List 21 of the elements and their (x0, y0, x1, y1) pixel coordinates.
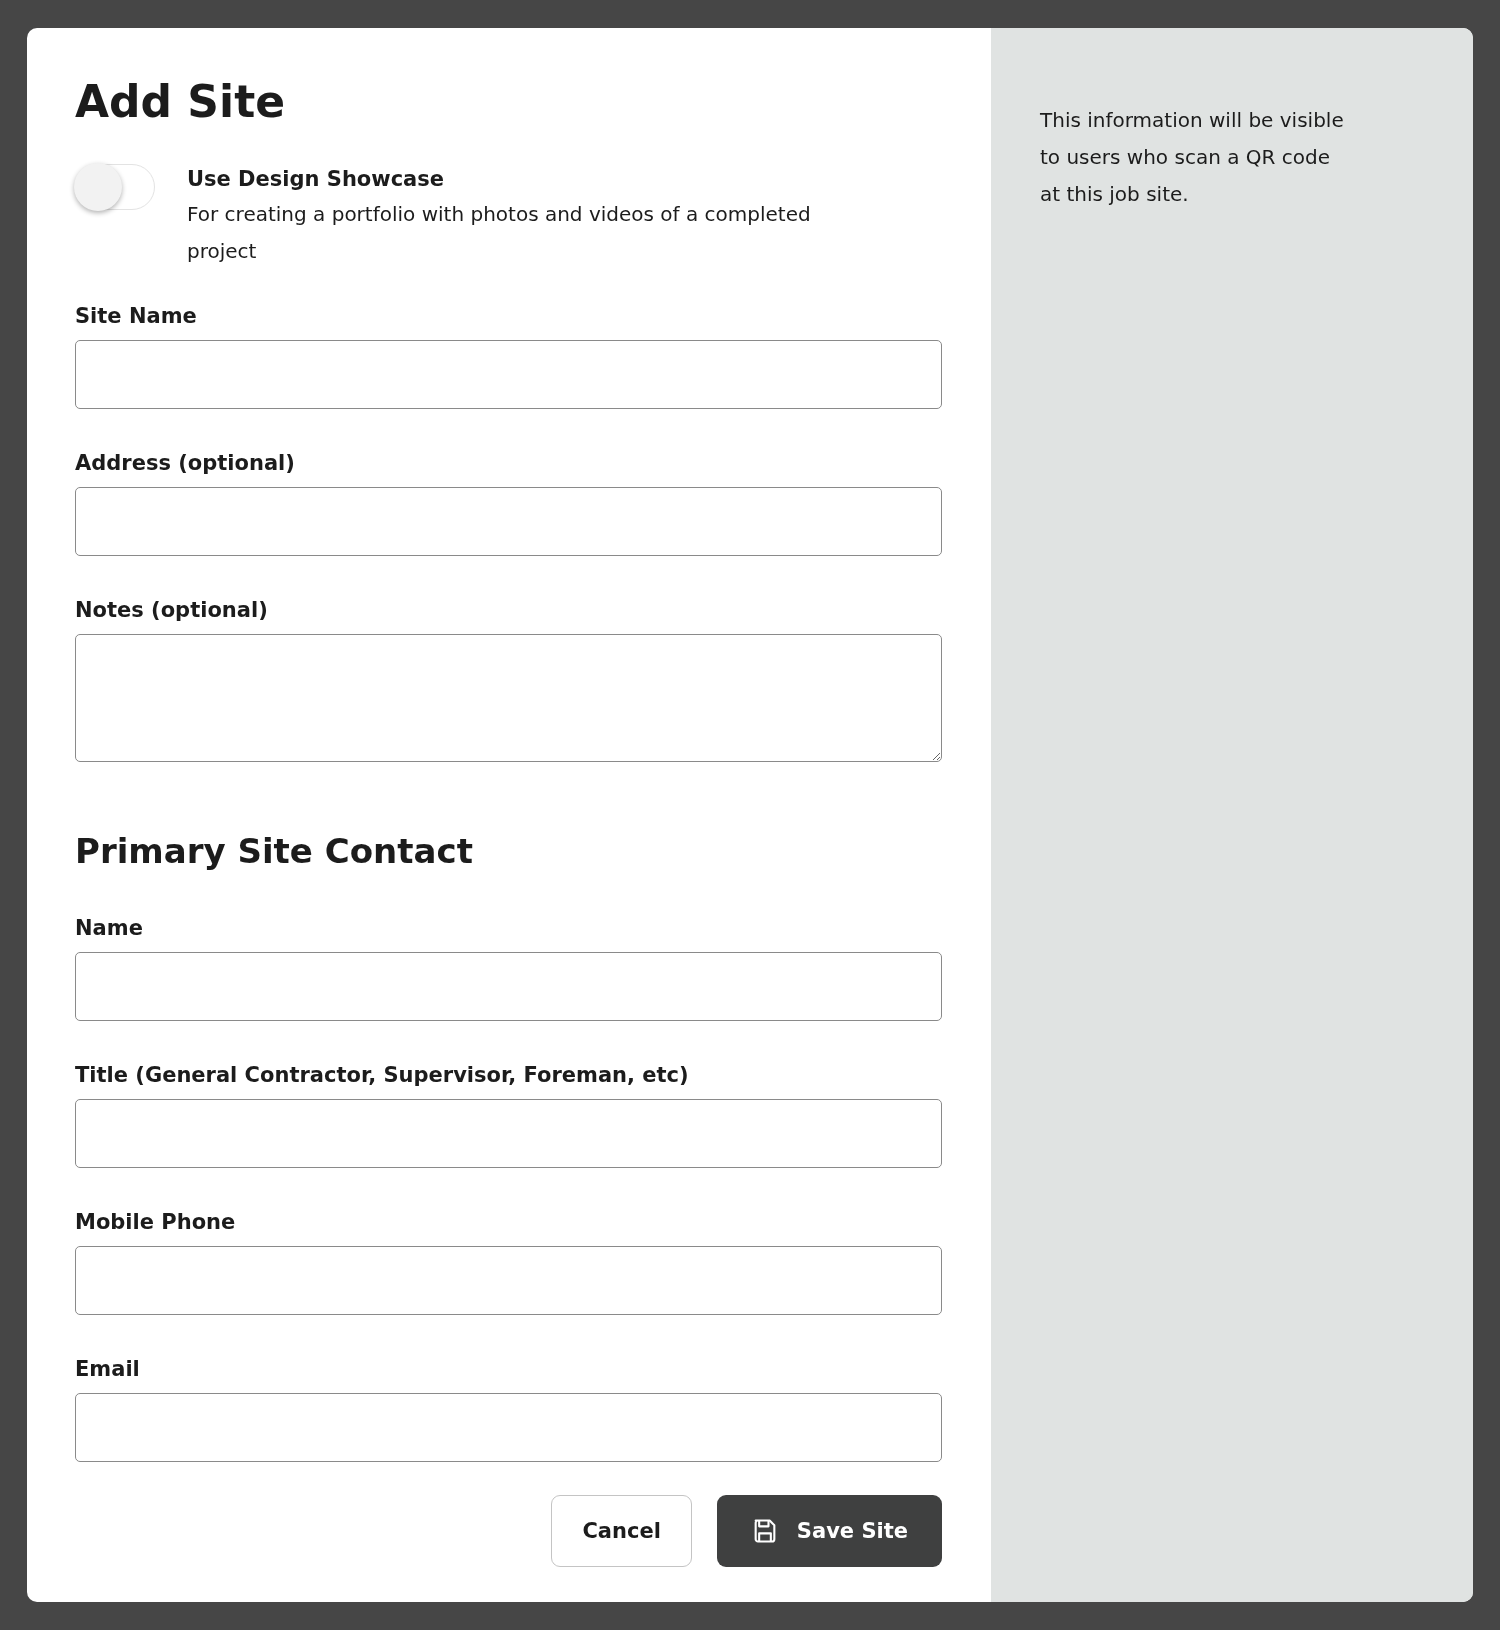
text-field[interactable] (75, 340, 942, 409)
field-label: Name (75, 915, 144, 942)
toggle-description: For creating a portfolio with photos and videos of a completed project (187, 201, 812, 265)
section-heading: Primary Site Contact (75, 830, 474, 873)
field-label: Title (General Contractor, Supervisor, Foreman, etc) (75, 1062, 690, 1089)
field-label: Address (optional) (75, 450, 296, 477)
text-field[interactable] (75, 487, 942, 556)
field-label: Mobile Phone (75, 1209, 237, 1236)
toggle-switch[interactable] (75, 164, 155, 210)
text-field[interactable] (75, 952, 942, 1021)
dialog-title: Add Site (75, 75, 286, 129)
toggle-label: Use Design Showcase (187, 166, 446, 193)
field-label: Email (75, 1356, 141, 1383)
save-button[interactable]: Save Site (716, 1495, 942, 1567)
field-label: Site Name (75, 303, 198, 330)
text-field[interactable] (75, 1099, 942, 1168)
info-text: This information will be visible to users who scan a QR code at this job site. (1040, 107, 1345, 208)
field-label: Notes (optional) (75, 597, 269, 624)
text-field[interactable] (75, 1246, 942, 1315)
text-field[interactable] (75, 1393, 942, 1462)
cancel-button[interactable]: Cancel (551, 1495, 692, 1567)
